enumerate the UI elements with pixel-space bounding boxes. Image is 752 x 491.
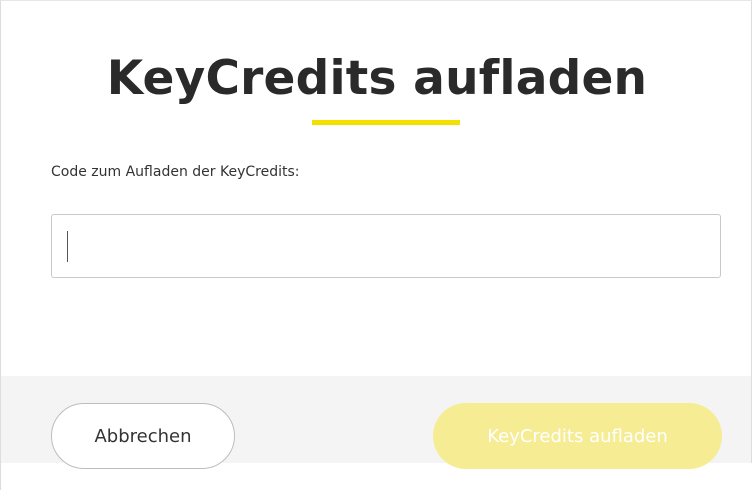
recharge-keycredits-dialog: KeyCredits aufladen Code zum Aufladen de… (0, 0, 752, 491)
title-accent-underline (312, 120, 460, 125)
code-input[interactable] (51, 214, 721, 278)
code-field-label: Code zum Aufladen der KeyCredits: (51, 164, 300, 180)
text-caret (67, 231, 68, 262)
cancel-button[interactable]: Abbrechen (51, 403, 235, 469)
recharge-keycredits-button[interactable]: KeyCredits aufladen (433, 403, 722, 469)
dialog-title: KeyCredits aufladen (106, 51, 648, 106)
